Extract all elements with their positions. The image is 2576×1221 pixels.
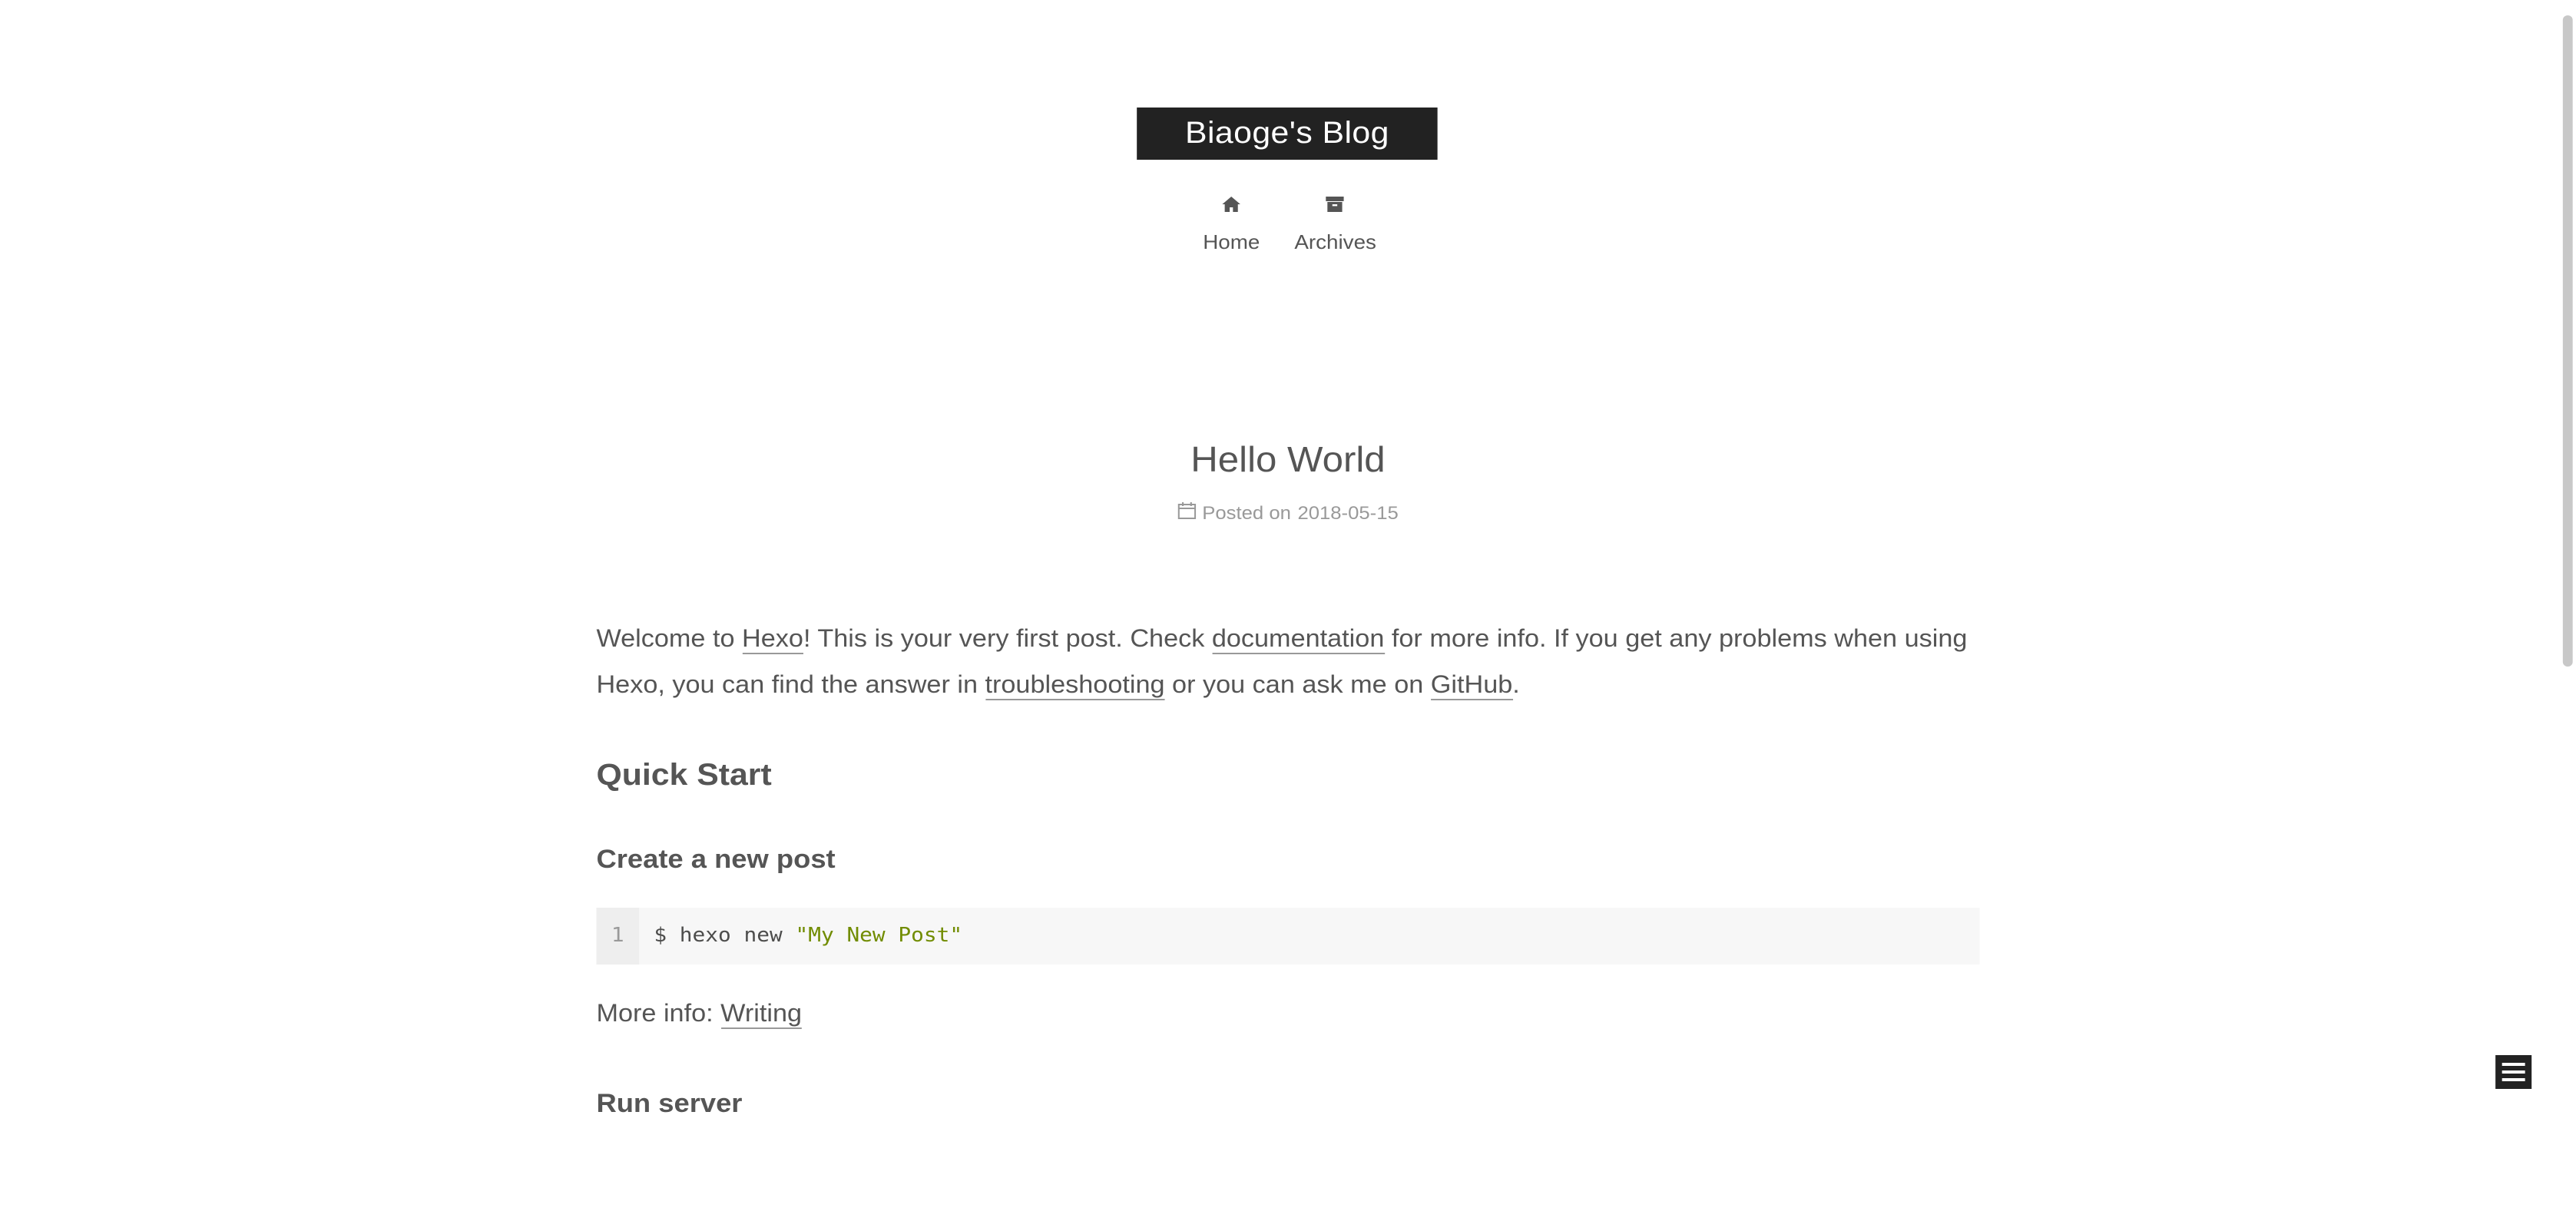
menu-item-home-label: Home <box>1203 230 1260 253</box>
code-command: $ hexo new <box>654 924 796 947</box>
sidebar-toggle-button[interactable] <box>2495 1055 2532 1089</box>
more-info-paragraph: More info: Writing <box>596 992 803 1038</box>
documentation-link[interactable]: documentation <box>1211 627 1384 654</box>
menu-item-archives[interactable]: Archives <box>1294 194 1376 253</box>
post-meta-label: Posted on <box>1202 502 1291 524</box>
heading-quick-start: Quick Start <box>596 759 772 792</box>
site-title-link[interactable]: Biaoge's Blog <box>1185 116 1389 151</box>
post-body: Welcome to Hexo! This is your very first… <box>596 617 1980 1118</box>
intro-text-2: ! This is your very first post. Check <box>803 627 1212 653</box>
menu-item-archives-label: Archives <box>1294 230 1376 253</box>
scrollbar-thumb[interactable] <box>2562 15 2573 667</box>
writing-link[interactable]: Writing <box>720 1001 803 1029</box>
intro-text-1: Welcome to <box>596 627 743 653</box>
menu-icon-bar <box>2502 1078 2525 1081</box>
hexo-link[interactable]: Hexo <box>742 627 803 654</box>
menu-icon-bar <box>2502 1070 2525 1074</box>
archive-icon <box>1324 194 1347 215</box>
code-line: $ hexo new "My New Post" <box>639 908 962 965</box>
main-menu: Home Archives <box>1183 194 1396 253</box>
page-scrollbar[interactable] <box>2560 0 2576 1221</box>
troubleshooting-link[interactable]: troubleshooting <box>985 673 1165 700</box>
menu-item-home[interactable]: Home <box>1203 194 1260 253</box>
calendar-icon <box>1177 502 1196 524</box>
post-date: 2018-05-15 <box>1297 502 1399 524</box>
heading-create-post: Create a new post <box>596 845 836 874</box>
page-viewport: Biaoge's Blog Home Archives Hello World <box>0 0 2576 1221</box>
post-title[interactable]: Hello World <box>0 439 2576 481</box>
code-block: 1 $ hexo new "My New Post" <box>596 908 1980 965</box>
more-info-label: More info: <box>596 1001 721 1027</box>
intro-paragraph: Welcome to Hexo! This is your very first… <box>596 617 1979 710</box>
site-brand: Biaoge's Blog <box>1137 108 1438 160</box>
intro-text-5: . <box>1512 673 1520 699</box>
github-link[interactable]: GitHub <box>1430 673 1513 700</box>
post-meta: Posted on 2018-05-15 <box>0 502 2576 524</box>
menu-icon-bar <box>2502 1063 2525 1066</box>
code-string: "My New Post" <box>795 924 963 947</box>
intro-text-4: or you can ask me on <box>1164 673 1431 699</box>
code-line-number: 1 <box>596 908 640 965</box>
home-icon <box>1220 194 1243 215</box>
heading-run-server: Run server <box>596 1089 743 1118</box>
